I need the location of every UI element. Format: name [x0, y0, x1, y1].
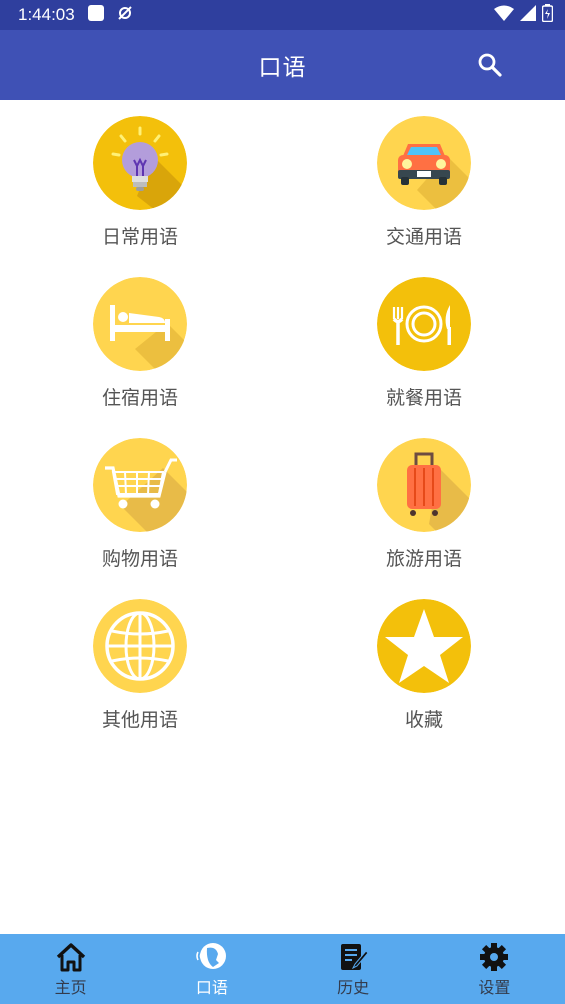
category-traffic[interactable]: 交通用语 [323, 100, 523, 250]
category-daily[interactable]: 日常用语 [39, 100, 239, 250]
speech-icon [196, 943, 226, 969]
category-label: 住宿用语 [101, 387, 178, 409]
category-favorites[interactable]: 收藏 [323, 583, 523, 733]
status-time: 1:44:03 [18, 5, 75, 24]
nav-settings[interactable]: 设置 [424, 934, 565, 1004]
status-bar: 1:44:03 [0, 0, 565, 30]
star-icon [377, 599, 471, 693]
nav-label: 主页 [54, 978, 87, 997]
category-label: 旅游用语 [385, 548, 462, 570]
globe-icon [93, 599, 187, 693]
category-dining[interactable]: 就餐用语 [323, 261, 523, 411]
plate-cutlery-icon [377, 277, 471, 371]
bed-icon [93, 277, 187, 371]
category-label: 就餐用语 [385, 387, 462, 409]
category-travel[interactable]: 旅游用语 [323, 422, 523, 572]
app-bar: 口语 [0, 30, 565, 100]
category-accommodation[interactable]: 住宿用语 [39, 261, 239, 411]
category-label: 收藏 [404, 709, 443, 731]
settings-gear-icon [480, 943, 509, 971]
notification-square-icon [87, 4, 105, 26]
signal-icon [520, 5, 536, 25]
lightbulb-icon [93, 116, 187, 210]
car-icon [377, 116, 471, 210]
suitcase-icon [377, 438, 471, 532]
nav-label: 口语 [195, 978, 228, 997]
history-icon [341, 944, 369, 970]
shopping-cart-icon [93, 438, 187, 532]
category-shopping[interactable]: 购物用语 [39, 422, 239, 572]
bottom-navigation: 主页 口语 历史 设置 [0, 934, 565, 1004]
page-title: 口语 [258, 55, 307, 81]
sync-icon [117, 5, 133, 25]
home-icon [56, 943, 85, 972]
nav-history[interactable]: 历史 [283, 934, 424, 1004]
category-label: 购物用语 [101, 548, 178, 570]
category-label: 日常用语 [101, 226, 178, 248]
battery-icon [541, 4, 554, 26]
nav-label: 设置 [478, 978, 511, 997]
nav-speaking[interactable]: 口语 [141, 934, 282, 1004]
nav-label: 历史 [337, 978, 370, 997]
nav-home[interactable]: 主页 [0, 934, 141, 1004]
category-label: 其他用语 [101, 709, 178, 731]
search-button[interactable] [477, 52, 503, 78]
category-other[interactable]: 其他用语 [39, 583, 239, 733]
wifi-icon [494, 5, 514, 25]
category-label: 交通用语 [385, 226, 462, 248]
search-icon [478, 53, 502, 77]
